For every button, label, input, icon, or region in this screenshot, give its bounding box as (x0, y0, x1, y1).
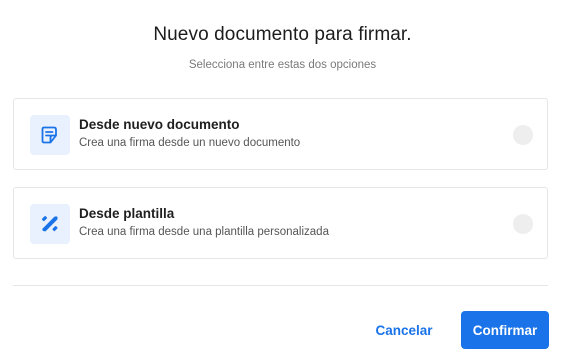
option-radio[interactable] (513, 214, 533, 234)
option-description: Crea una firma desde una plantilla perso… (79, 226, 329, 238)
document-edit-icon (30, 115, 70, 155)
confirm-button[interactable]: Confirmar (461, 311, 549, 349)
option-template[interactable]: Desde plantilla Crea una firma desde una… (13, 187, 548, 259)
template-tools-icon (30, 204, 70, 244)
dialog-subtitle: Selecciona entre estas dos opciones (188, 59, 377, 71)
footer-divider (13, 285, 548, 286)
cancel-button[interactable]: Cancelar (362, 311, 446, 349)
option-description: Crea una firma desde un nuevo documento (79, 137, 301, 149)
option-new-document[interactable]: Desde nuevo documento Crea una firma des… (13, 98, 548, 170)
option-title: Desde nuevo documento (79, 117, 240, 132)
option-title: Desde plantilla (79, 206, 175, 221)
option-radio[interactable] (513, 125, 533, 145)
dialog-title: Nuevo documento para firmar. (153, 24, 412, 45)
new-document-dialog: Nuevo documento para firmar. Selecciona … (0, 0, 565, 360)
